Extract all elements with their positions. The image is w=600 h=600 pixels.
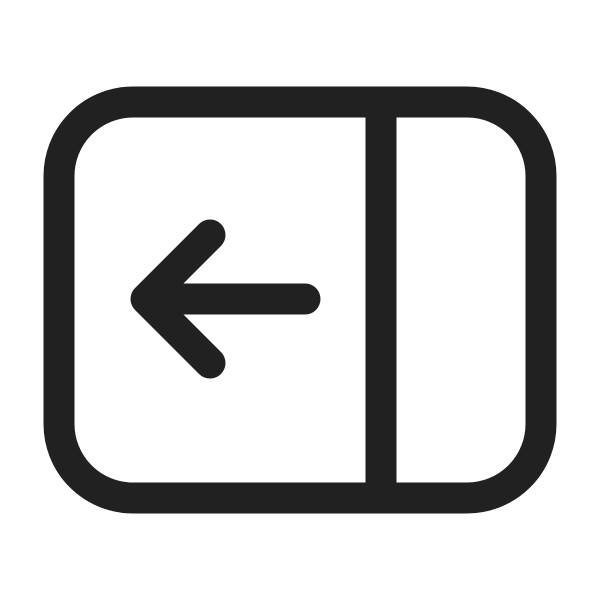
icon-canvas <box>0 0 600 600</box>
panel-collapse-left-icon <box>43 86 557 514</box>
arrow-left-icon <box>130 219 321 379</box>
